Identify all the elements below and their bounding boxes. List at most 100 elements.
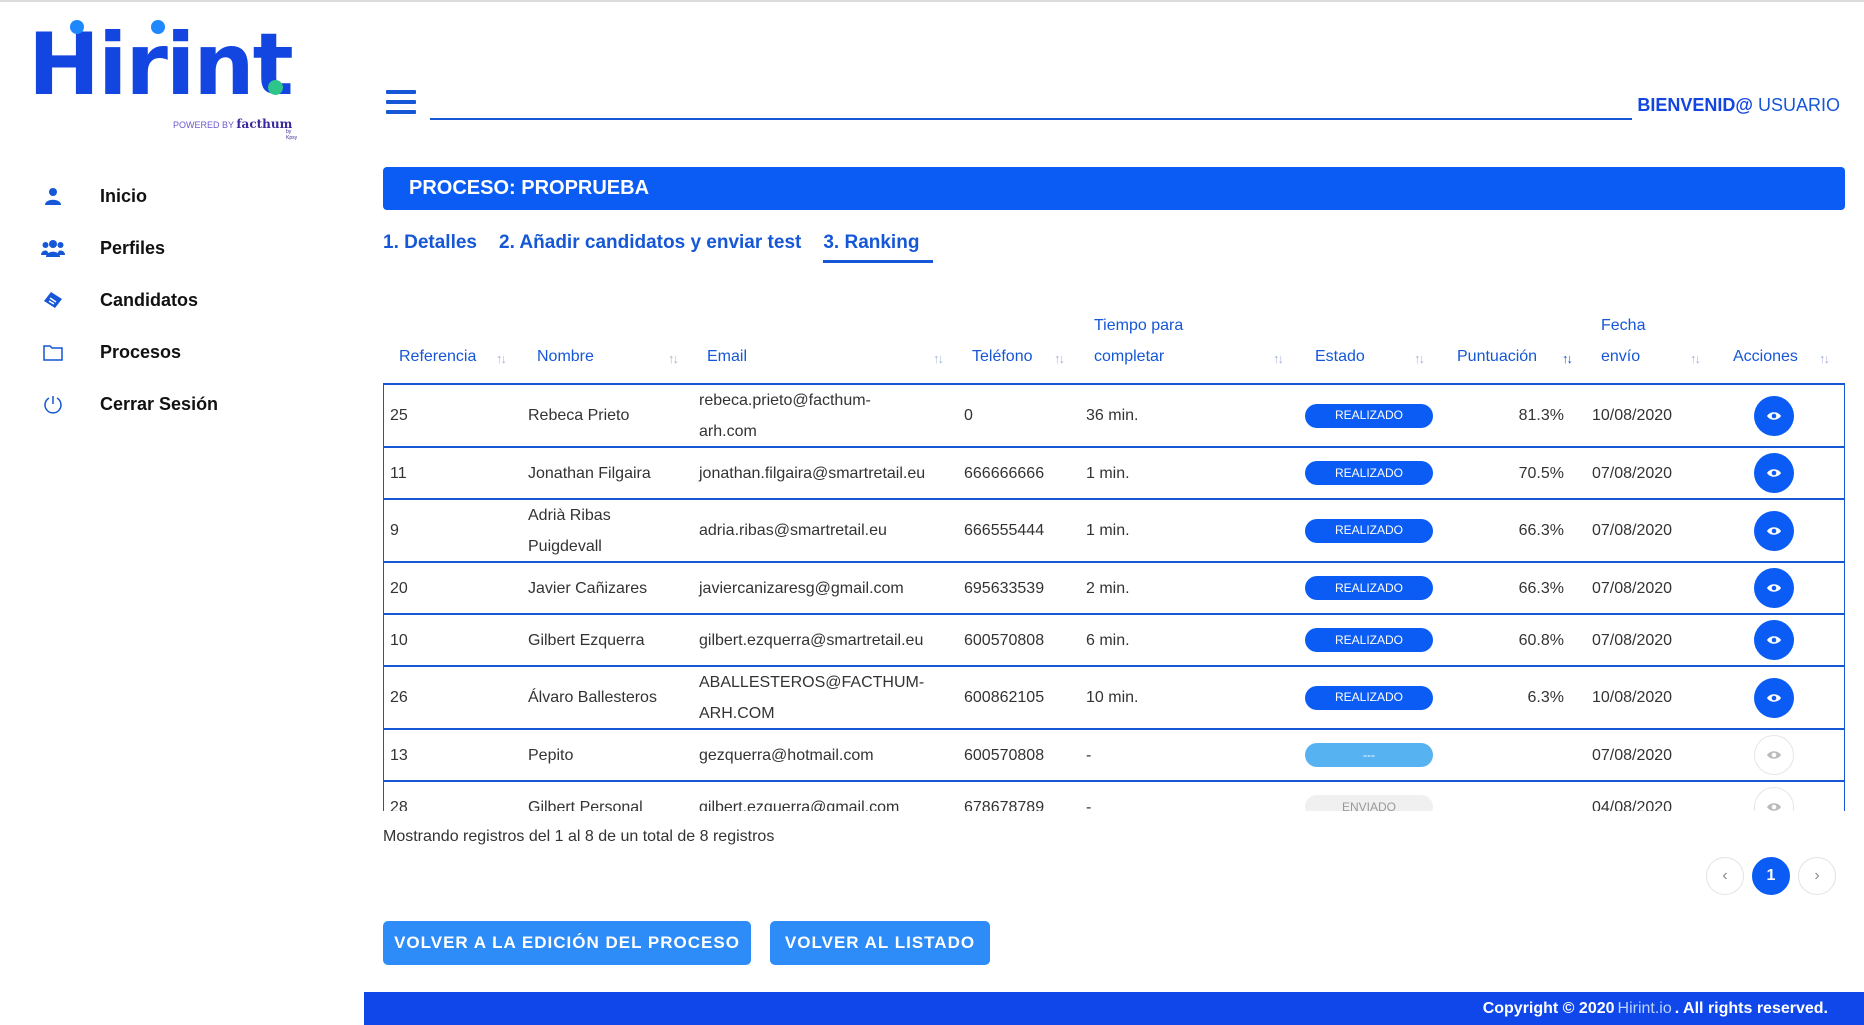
view-button[interactable] bbox=[1754, 677, 1794, 718]
table-row[interactable]: 25 Rebeca Prieto rebeca.prieto@facthum-arh… bbox=[383, 385, 1845, 448]
column-header-estado[interactable]: Estado bbox=[1315, 341, 1365, 372]
tab-detalles[interactable]: 1. Detalles bbox=[383, 232, 477, 263]
status-badge: --- bbox=[1305, 743, 1433, 767]
view-button[interactable] bbox=[1754, 735, 1794, 775]
cell-estado: --- bbox=[1305, 730, 1445, 780]
ranking-table[interactable]: 25 Rebeca Prieto rebeca.prieto@facthum-arh… bbox=[383, 383, 1845, 811]
cell-telefono: 695633539 bbox=[964, 563, 1074, 613]
nombre-line1: Jonathan Filgaira bbox=[528, 464, 651, 482]
back-to-edit-button[interactable]: VOLVER A LA EDICIÓN DEL PROCESO bbox=[383, 921, 751, 965]
cell-fecha: 07/08/2020 bbox=[1592, 730, 1712, 780]
cell-nombre: Gilbert Ezquerra bbox=[528, 615, 688, 665]
puntuacion-value: 66.3% bbox=[1518, 579, 1564, 597]
email-line1: javiercanizaresg@gmail.com bbox=[699, 579, 904, 597]
eye-icon bbox=[1766, 525, 1782, 537]
sort-icon[interactable]: ↑↓ bbox=[1054, 351, 1065, 366]
column-header-fecha[interactable]: Fecha envío bbox=[1601, 310, 1645, 372]
prev-page-button[interactable]: ‹ bbox=[1706, 857, 1744, 895]
sort-icon[interactable]: ↑↓ bbox=[668, 351, 679, 366]
table-row[interactable]: 13 Pepito gezquerra@hotmail.com 600570808- -… bbox=[383, 730, 1845, 782]
view-button[interactable] bbox=[1754, 510, 1794, 551]
view-button[interactable] bbox=[1754, 787, 1794, 811]
cell-tiempo: 1 min. bbox=[1086, 448, 1236, 498]
cell-nombre: Gilbert Personal bbox=[528, 782, 688, 812]
view-button[interactable] bbox=[1754, 453, 1794, 493]
fecha-value: 07/08/2020 bbox=[1592, 631, 1673, 649]
cell-puntuacion: 66.3% bbox=[1444, 563, 1564, 613]
fecha-value: 07/08/2020 bbox=[1592, 746, 1673, 764]
sort-icon[interactable]: ↑↓ bbox=[1273, 351, 1284, 366]
column-header-tiempo[interactable]: Tiempo para completar bbox=[1094, 310, 1183, 372]
sidebar-item-inicio[interactable]: Inicio bbox=[40, 170, 218, 222]
email-line1: rebeca.prieto@facthum- bbox=[699, 391, 871, 409]
sort-icon[interactable]: ↑↓ bbox=[1414, 351, 1425, 366]
sort-icon[interactable]: ↑↓ bbox=[496, 351, 507, 366]
process-header: PROCESO: PROPRUEBA bbox=[383, 167, 1845, 210]
next-page-button[interactable]: › bbox=[1798, 857, 1836, 895]
view-button[interactable] bbox=[1754, 620, 1794, 660]
cell-puntuacion: 66.3% bbox=[1444, 500, 1564, 561]
sidebar-item-label: Candidatos bbox=[100, 289, 199, 310]
cell-tiempo: 1 min. bbox=[1086, 500, 1236, 561]
logo-dot-icon bbox=[151, 20, 165, 34]
sort-desc-icon[interactable]: ↑↓ bbox=[1562, 351, 1573, 366]
status-badge: REALIZADO bbox=[1305, 576, 1433, 600]
sort-icon[interactable]: ↑↓ bbox=[1819, 351, 1830, 366]
ref-value: 9 bbox=[390, 522, 399, 539]
hirint-logo[interactable]: Hirint POWERED BY facthum by Kpsy bbox=[28, 15, 298, 141]
column-header-nombre[interactable]: Nombre bbox=[537, 341, 594, 372]
process-title: PROCESO: PROPRUEBA bbox=[409, 177, 650, 199]
cell-estado: REALIZADO bbox=[1305, 500, 1445, 561]
nombre-line1: Pepito bbox=[528, 746, 574, 764]
cell-ref: 26 bbox=[390, 667, 490, 728]
back-to-list-button[interactable]: VOLVER AL LISTADO bbox=[770, 921, 990, 965]
sidebar-item-procesos[interactable]: Procesos bbox=[40, 326, 218, 378]
sort-icon[interactable]: ↑↓ bbox=[933, 351, 944, 366]
hirint-link[interactable]: Hirint.io bbox=[1618, 1000, 1672, 1018]
column-header-telefono[interactable]: Teléfono bbox=[972, 341, 1033, 372]
cell-ref: 28 bbox=[390, 782, 490, 812]
tab-anadir-candidatos[interactable]: 2. Añadir candidatos y enviar test bbox=[499, 232, 801, 263]
cell-telefono: 600570808 bbox=[964, 615, 1074, 665]
cell-email: gilbert.ezquerra@gmail.com bbox=[699, 782, 964, 812]
tab-ranking[interactable]: 3. Ranking bbox=[823, 232, 934, 263]
column-header-referencia[interactable]: Referencia bbox=[399, 341, 476, 372]
table-row[interactable]: 28 Gilbert Personal gilbert.ezquerra@gmail… bbox=[383, 782, 1845, 811]
table-row[interactable]: 10 Gilbert Ezquerra gilbert.ezquerra@smart… bbox=[383, 615, 1845, 667]
sort-icon[interactable]: ↑↓ bbox=[1690, 351, 1701, 366]
column-header-puntuacion[interactable]: Puntuación bbox=[1457, 341, 1537, 372]
sidebar-item-candidatos[interactable]: Candidatos bbox=[40, 274, 218, 326]
column-header-email[interactable]: Email bbox=[707, 341, 747, 372]
nombre-line1: Javier Cañizares bbox=[528, 579, 648, 597]
table-row[interactable]: 11 Jonathan Filgaira jonathan.filgaira@sma… bbox=[383, 448, 1845, 500]
cell-acciones bbox=[1754, 730, 1814, 780]
page-footer: Copyright © 2020 Hirint.io . All rights … bbox=[364, 992, 1864, 1025]
cell-telefono: 666555444 bbox=[964, 500, 1074, 561]
table-row[interactable]: 9 Adrià Ribas Puigdevall adria.ribas@smartr… bbox=[383, 500, 1845, 563]
cell-acciones bbox=[1754, 385, 1814, 446]
logo-wordmark: Hirint bbox=[28, 15, 294, 115]
table-row[interactable]: 20 Javier Cañizares javiercanizaresg@gmail… bbox=[383, 563, 1845, 615]
cell-puntuacion bbox=[1444, 782, 1564, 811]
cell-nombre: Adrià Ribas Puigdevall bbox=[528, 500, 688, 561]
cell-acciones bbox=[1754, 667, 1814, 728]
sidebar-item-perfiles[interactable]: Perfiles bbox=[40, 222, 218, 274]
email-line2: ARH.COM bbox=[699, 704, 775, 722]
copyright-text: Copyright © 2020 bbox=[1482, 999, 1615, 1017]
telefono-value: 0 bbox=[964, 407, 973, 424]
page-button-1[interactable]: 1 bbox=[1752, 857, 1790, 895]
sidebar-item-cerrar-sesion[interactable]: Cerrar Sesión bbox=[40, 378, 218, 430]
cell-nombre: Rebeca Prieto bbox=[528, 385, 688, 446]
tiempo-value: 6 min. bbox=[1086, 631, 1130, 649]
table-row[interactable]: 26 Álvaro Ballesteros ABALLESTEROS@FACTHUM… bbox=[383, 667, 1845, 730]
cell-puntuacion bbox=[1444, 730, 1564, 780]
puntuacion-value: 81.3% bbox=[1518, 407, 1564, 424]
power-icon bbox=[40, 391, 66, 417]
cell-email: adria.ribas@smartretail.eu bbox=[699, 500, 964, 561]
view-button[interactable] bbox=[1754, 568, 1794, 608]
copyright-suffix: . All rights reserved. bbox=[1674, 999, 1828, 1017]
hamburger-menu-icon[interactable] bbox=[386, 90, 416, 116]
status-badge: REALIZADO bbox=[1305, 518, 1433, 543]
column-header-acciones[interactable]: Acciones bbox=[1733, 341, 1798, 372]
view-button[interactable] bbox=[1754, 395, 1794, 436]
